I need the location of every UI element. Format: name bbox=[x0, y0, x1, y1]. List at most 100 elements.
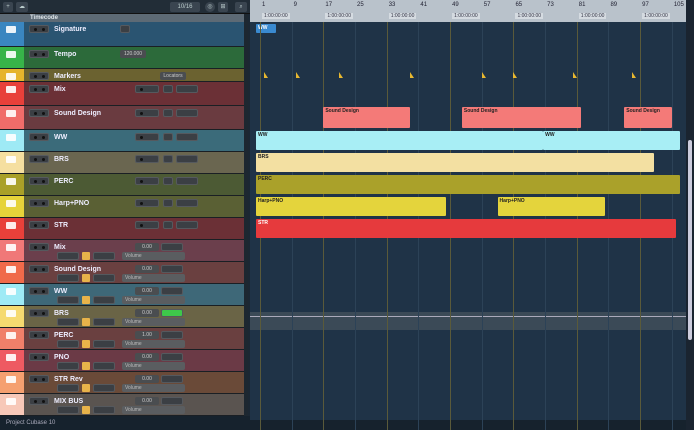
mute-solo-buttons[interactable] bbox=[29, 109, 49, 117]
record-monitor-buttons[interactable] bbox=[135, 133, 159, 141]
track-color-strip[interactable] bbox=[0, 196, 24, 217]
mute-solo-buttons[interactable] bbox=[29, 133, 49, 141]
volume-parameter[interactable]: Volume bbox=[122, 384, 185, 392]
record-monitor-buttons[interactable] bbox=[135, 109, 159, 117]
settings-icon[interactable]: ⊞ bbox=[218, 2, 228, 12]
monitor-buttons[interactable] bbox=[93, 406, 115, 414]
track-perc[interactable]: PERC bbox=[0, 174, 244, 196]
mute-solo-buttons[interactable] bbox=[29, 309, 49, 317]
mute-solo-buttons[interactable] bbox=[29, 331, 49, 339]
event-sound-design[interactable]: Sound Design bbox=[323, 107, 411, 128]
automation-icon[interactable] bbox=[82, 274, 90, 282]
automation-icon[interactable] bbox=[82, 406, 90, 414]
read-write-button[interactable] bbox=[163, 133, 173, 141]
edit-button[interactable] bbox=[176, 155, 198, 163]
track-signature[interactable]: Signature bbox=[0, 22, 244, 47]
read-write-buttons[interactable] bbox=[161, 331, 183, 339]
track-harp-pno[interactable]: Harp+PNO bbox=[0, 196, 244, 218]
track-color-strip[interactable] bbox=[0, 174, 24, 195]
volume-parameter[interactable]: Volume bbox=[122, 340, 185, 348]
track-pno[interactable]: PNO 0.00 Volume bbox=[0, 350, 244, 372]
track-color-strip[interactable] bbox=[0, 240, 24, 261]
read-write-buttons[interactable] bbox=[161, 309, 183, 317]
pan-field[interactable] bbox=[57, 362, 79, 370]
add-track-button[interactable]: + bbox=[3, 2, 13, 12]
monitor-buttons[interactable] bbox=[93, 384, 115, 392]
track-str-rev[interactable]: STR Rev 0.00 Volume bbox=[0, 372, 244, 394]
event-sound-design[interactable]: Sound Design bbox=[461, 107, 581, 128]
track-color-strip[interactable] bbox=[0, 130, 24, 151]
volume-parameter[interactable]: Volume bbox=[122, 274, 185, 282]
track-brs[interactable]: BRS 0.00 Volume bbox=[0, 306, 244, 328]
value-field[interactable]: 0.00 bbox=[135, 265, 159, 273]
track-str[interactable]: STR bbox=[0, 218, 244, 240]
marker-icon[interactable] bbox=[513, 72, 518, 78]
mute-solo-buttons[interactable] bbox=[29, 177, 49, 185]
arrangement-area[interactable]: 1 1:00:00:00 9 17 1:00:00:00 25 33 1:00:00:00 41… bbox=[250, 0, 686, 430]
timecode-ruler-track[interactable]: Timecode bbox=[0, 14, 244, 22]
edit-button[interactable] bbox=[176, 109, 198, 117]
monitor-buttons[interactable] bbox=[93, 252, 115, 260]
automation-lane[interactable] bbox=[250, 312, 686, 330]
volume-parameter[interactable]: Volume bbox=[122, 252, 185, 260]
timecode-event[interactable]: WW bbox=[256, 24, 276, 33]
read-write-buttons[interactable] bbox=[161, 243, 183, 251]
read-write-buttons[interactable] bbox=[161, 397, 183, 405]
event-ww[interactable]: WW bbox=[543, 131, 680, 150]
track-mix-bus[interactable]: MIX BUS 0.00 Volume bbox=[0, 394, 244, 416]
mute-solo-buttons[interactable] bbox=[29, 353, 49, 361]
event-harp-pno[interactable]: Harp+PNO bbox=[256, 197, 447, 216]
edit-button[interactable] bbox=[176, 221, 198, 229]
automation-icon[interactable] bbox=[82, 252, 90, 260]
monitor-buttons[interactable] bbox=[93, 340, 115, 348]
record-monitor-buttons[interactable] bbox=[135, 155, 159, 163]
mute-solo-buttons[interactable] bbox=[29, 243, 49, 251]
read-write-button[interactable] bbox=[163, 155, 173, 163]
signature-dropdown[interactable] bbox=[120, 25, 130, 33]
marker-icon[interactable] bbox=[481, 72, 486, 78]
read-write-button[interactable] bbox=[163, 199, 173, 207]
volume-parameter[interactable]: Volume bbox=[122, 362, 185, 370]
read-write-button[interactable] bbox=[163, 221, 173, 229]
read-write-buttons[interactable] bbox=[161, 375, 183, 383]
volume-parameter[interactable]: Volume bbox=[122, 406, 185, 414]
mute-solo-buttons[interactable] bbox=[29, 85, 49, 93]
pan-field[interactable] bbox=[57, 318, 79, 326]
track-mix[interactable]: Mix 0.00 Volume bbox=[0, 240, 244, 262]
pan-field[interactable] bbox=[57, 406, 79, 414]
value-field[interactable]: 0.00 bbox=[135, 309, 159, 317]
mute-solo-buttons[interactable] bbox=[29, 25, 49, 33]
pan-field[interactable] bbox=[57, 340, 79, 348]
horizontal-scrollbar[interactable] bbox=[250, 420, 686, 430]
pan-field[interactable] bbox=[57, 384, 79, 392]
track-markers[interactable]: Markers Locators bbox=[0, 69, 244, 82]
event-harp-pno[interactable]: Harp+PNO bbox=[497, 197, 605, 216]
pan-field[interactable] bbox=[57, 252, 79, 260]
value-field[interactable]: 1.00 bbox=[135, 331, 159, 339]
mute-solo-buttons[interactable] bbox=[29, 72, 49, 80]
pan-field[interactable] bbox=[57, 296, 79, 304]
automation-icon[interactable] bbox=[82, 296, 90, 304]
mute-solo-buttons[interactable] bbox=[29, 397, 49, 405]
record-monitor-buttons[interactable] bbox=[135, 177, 159, 185]
track-color-strip[interactable] bbox=[0, 82, 24, 105]
record-monitor-buttons[interactable] bbox=[135, 221, 159, 229]
marker-icon[interactable] bbox=[572, 72, 577, 78]
monitor-buttons[interactable] bbox=[93, 362, 115, 370]
record-monitor-buttons[interactable] bbox=[135, 199, 159, 207]
automation-icon[interactable] bbox=[82, 362, 90, 370]
edit-button[interactable] bbox=[176, 177, 198, 185]
value-field[interactable]: 0.00 bbox=[135, 353, 159, 361]
track-color-strip[interactable] bbox=[0, 47, 24, 68]
mute-solo-buttons[interactable] bbox=[29, 375, 49, 383]
track-color-strip[interactable] bbox=[0, 218, 24, 239]
event-str[interactable]: STR bbox=[256, 219, 676, 238]
track-color-strip[interactable] bbox=[0, 22, 24, 46]
read-write-button[interactable] bbox=[163, 109, 173, 117]
track-color-strip[interactable] bbox=[0, 394, 24, 415]
value-field[interactable]: 120.000 bbox=[120, 50, 146, 58]
vertical-scrollbar[interactable] bbox=[686, 0, 694, 430]
automation-icon[interactable] bbox=[82, 340, 90, 348]
track-color-strip[interactable] bbox=[0, 262, 24, 283]
marker-icon[interactable] bbox=[263, 72, 268, 78]
